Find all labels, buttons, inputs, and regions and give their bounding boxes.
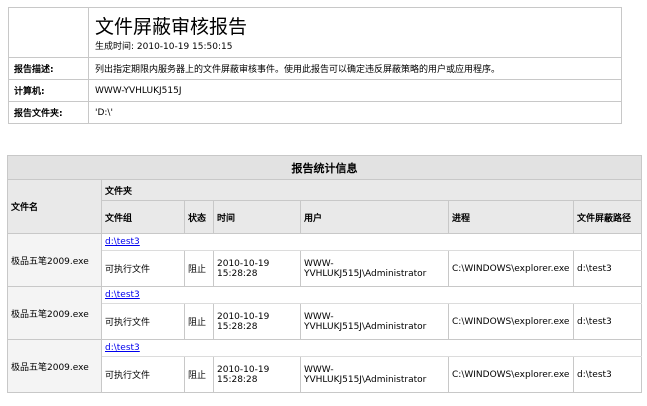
filename-cell: 极品五笔2009.exe [7,233,102,287]
state-cell: 阻止 [184,250,214,287]
table-row: 极品五笔2009.exe d:\test3 [7,286,643,340]
col-state: 状态 [184,200,214,234]
folder-label: 报告文件夹: [8,101,89,124]
report-title: 文件屏蔽审核报告 [95,16,248,38]
folder-value: 'D:\' [88,101,622,124]
state-cell: 阻止 [184,356,214,393]
screen-path-cell: d:\test3 [572,250,643,287]
col-time: 时间 [213,200,301,234]
computer-label: 计算机: [8,79,89,102]
time-cell: 2010-10-19 15:28:28 [213,250,301,287]
user-cell: WWW-YVHLUKJ515J\Administrator [300,303,449,340]
stats-table: 报告统计信息 文件名 文件夹 文件组 状态 时间 用户 进程 文件屏蔽路径 极品… [6,155,643,393]
filename-cell: 极品五笔2009.exe [7,286,102,340]
time-cell: 2010-10-19 15:28:28 [213,356,301,393]
col-screen-path: 文件屏蔽路径 [572,200,643,234]
title-cell: 文件屏蔽审核报告 生成时间: 2010-10-19 15:50:15 [88,7,622,58]
process-cell: C:\WINDOWS\explorer.exe [448,250,574,287]
process-cell: C:\WINDOWS\explorer.exe [448,356,574,393]
table-row-detail: 可执行文件 阻止 2010-10-19 15:28:28 WWW-YVHLUKJ… [8,356,643,393]
screen-path-cell: d:\test3 [572,303,643,340]
user-cell: WWW-YVHLUKJ515J\Administrator [300,250,449,287]
folder-link[interactable]: d:\test3 [105,343,140,353]
table-row: 极品五笔2009.exe d:\test3 [7,339,643,393]
state-cell: 阻止 [184,303,214,340]
table-row-detail: 可执行文件 阻止 2010-10-19 15:28:28 WWW-YVHLUKJ… [8,303,643,340]
col-group: 文件组 [101,200,185,234]
folder-cell: d:\test3 [100,339,643,357]
description-label: 报告描述: [8,57,89,80]
col-folder: 文件夹 [100,179,643,201]
group-cell: 可执行文件 [101,356,185,393]
user-cell: WWW-YVHLUKJ515J\Administrator [300,356,449,393]
group-cell: 可执行文件 [101,303,185,340]
group-cell: 可执行文件 [101,250,185,287]
folder-link[interactable]: d:\test3 [105,237,140,247]
screen-path-cell: d:\test3 [572,356,643,393]
time-cell: 2010-10-19 15:28:28 [213,303,301,340]
filename-cell: 极品五笔2009.exe [7,339,102,393]
folder-cell: d:\test3 [100,286,643,304]
stats-caption: 报告统计信息 [6,155,643,180]
folder-link[interactable]: d:\test3 [105,290,140,300]
description-value: 列出指定期限内服务器上的文件屏蔽审核事件。使用此报告可以确定违反屏蔽策略的用户或… [88,57,622,80]
generated-time: 生成时间: 2010-10-19 15:50:15 [95,42,233,52]
report-header-table: 文件屏蔽审核报告 生成时间: 2010-10-19 15:50:15 报告描述:… [8,7,622,124]
table-row: 极品五笔2009.exe d:\test3 [7,233,643,287]
table-row-detail: 可执行文件 阻止 2010-10-19 15:28:28 WWW-YVHLUKJ… [8,250,643,287]
col-process: 进程 [448,200,574,234]
folder-cell: d:\test3 [100,233,643,251]
process-cell: C:\WINDOWS\explorer.exe [448,303,574,340]
header-spacer [8,7,89,58]
col-user: 用户 [300,200,449,234]
computer-value: WWW-YVHLUKJ515J [88,79,622,102]
col-filename: 文件名 [7,179,102,234]
